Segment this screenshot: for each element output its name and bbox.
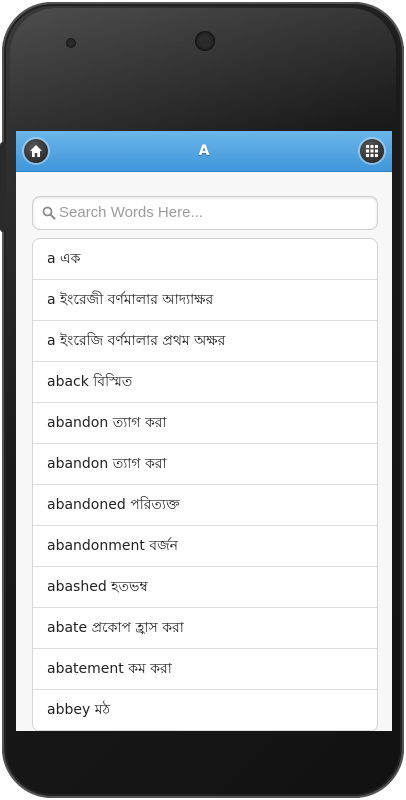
search-box bbox=[32, 196, 378, 230]
word-list-item[interactable]: abandonment বর্জন bbox=[33, 526, 377, 567]
word-list-item[interactable]: a এক bbox=[33, 239, 377, 280]
word-list-item[interactable]: abatement কম করা bbox=[33, 649, 377, 690]
word-list-item[interactable]: aback বিস্মিত bbox=[33, 362, 377, 403]
grid-menu-button[interactable] bbox=[360, 139, 384, 163]
word-list-item[interactable]: a ইংরেজি বর্ণমালার প্রথম অক্ষর bbox=[33, 321, 377, 362]
side-button bbox=[0, 142, 6, 232]
speaker-icon bbox=[195, 31, 215, 51]
word-list-item[interactable]: abbey মঠ bbox=[33, 690, 377, 731]
grid-menu-icon bbox=[366, 145, 378, 157]
word-list-item[interactable]: abandon ত্যাগ করা bbox=[33, 403, 377, 444]
header-bar: A bbox=[16, 131, 392, 172]
word-list-item[interactable]: a ইংরেজী বর্ণমালার আদ্যাক্ষর bbox=[33, 280, 377, 321]
word-list-item[interactable]: abandon ত্যাগ করা bbox=[33, 444, 377, 485]
search-icon bbox=[42, 206, 56, 220]
word-list-item[interactable]: abandoned পরিত্যক্ত bbox=[33, 485, 377, 526]
word-list-item[interactable]: abate প্রকোপ হ্রাস করা bbox=[33, 608, 377, 649]
page-title: A bbox=[198, 143, 210, 159]
search-input[interactable] bbox=[59, 197, 369, 227]
camera-icon bbox=[66, 38, 76, 48]
app-screen: A a একa ইংরেজী বর্ণমালার আদ্যাক্ষরa ইংরে… bbox=[16, 131, 392, 731]
word-list-item[interactable]: abashed হতভম্ব bbox=[33, 567, 377, 608]
phone-shine bbox=[10, 8, 396, 128]
word-list: a এক a ইংরেজী বর্ণমালার আদ্যাক্ষর a ইংরেজি… bbox=[32, 238, 378, 731]
